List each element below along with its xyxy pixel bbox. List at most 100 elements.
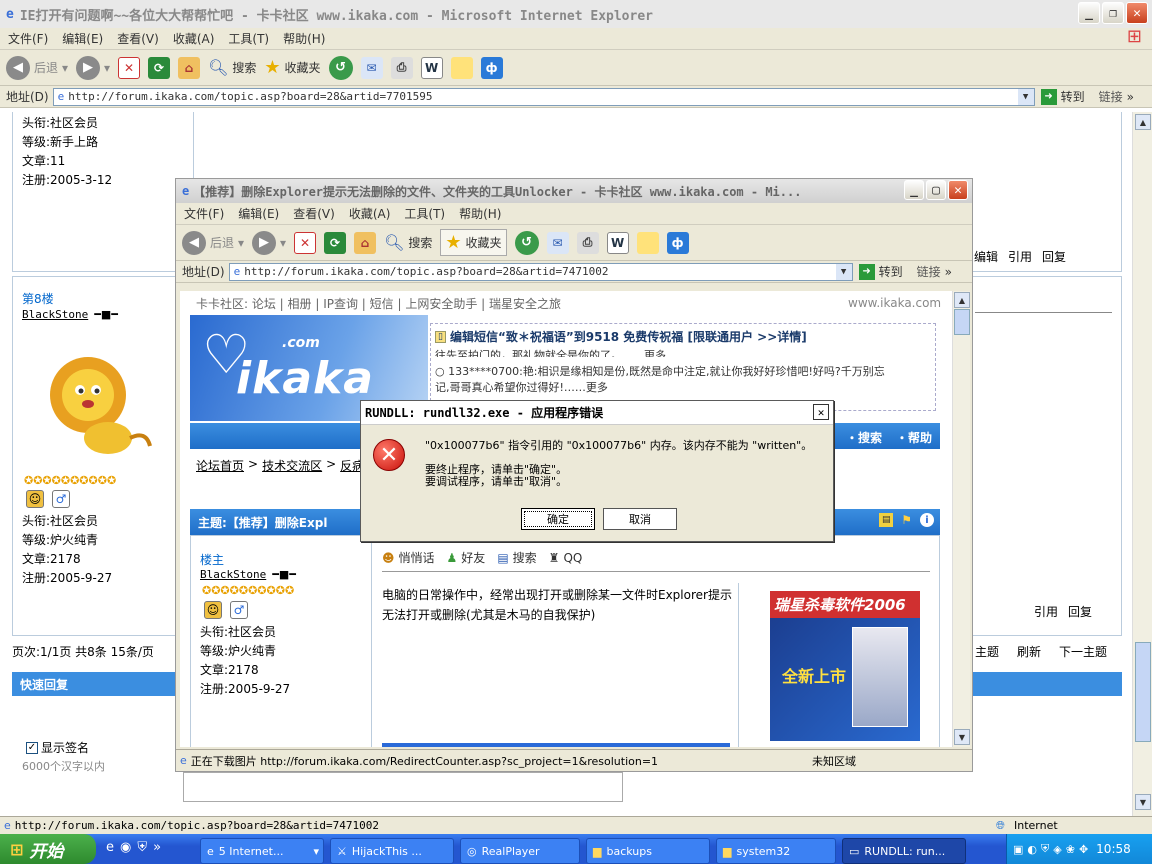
back-button[interactable]: ◀ 后退 ▾ xyxy=(6,55,68,80)
fg-menu-favorites[interactable]: 收藏(A) xyxy=(349,205,391,222)
page-tool-icon[interactable]: ▤ xyxy=(879,513,894,527)
favorites-button[interactable]: ★ 收藏夹 xyxy=(264,57,320,78)
topic-link[interactable]: 主题 xyxy=(975,643,999,660)
home-icon[interactable]: ⌂ xyxy=(178,56,201,79)
fg-menu-file[interactable]: 文件(F) xyxy=(184,205,224,222)
task-hijackthis[interactable]: ⚔ HijackThis ... xyxy=(330,838,454,864)
rising-ad[interactable]: 瑞星杀毒软件2006 全新上市 xyxy=(770,591,920,741)
word-icon[interactable]: W xyxy=(420,56,443,79)
fg-search-button[interactable]: 🔍︎ 搜索 xyxy=(384,233,432,252)
bar-help-link[interactable]: ・帮助 xyxy=(896,429,932,446)
refresh-icon[interactable]: ⟳ xyxy=(148,56,171,79)
minimize-icon[interactable]: _ xyxy=(1078,2,1100,24)
fg-close-icon[interactable]: ✕ xyxy=(948,180,968,200)
chevron-icon[interactable]: » xyxy=(1127,90,1134,104)
go-button[interactable]: ➜ 转到 xyxy=(1040,88,1085,105)
flag-icon[interactable]: ⚑ xyxy=(901,513,912,527)
maximize-icon[interactable]: ❐ xyxy=(1102,2,1124,24)
fg-menu-view[interactable]: 查看(V) xyxy=(293,205,335,222)
fg-refresh-icon[interactable]: ⟳ xyxy=(324,231,347,254)
dialog-title-bar[interactable]: RUNDLL: rundll32.exe - 应用程序错误 ✕ xyxy=(361,401,833,425)
expand-quicklaunch-icon[interactable]: » xyxy=(153,840,161,855)
fg-print-icon[interactable]: ⎙ xyxy=(576,231,599,254)
search-button[interactable]: 🔍︎ 搜索 xyxy=(208,58,256,77)
fg-favorites-button[interactable]: ★ 收藏夹 xyxy=(440,229,507,256)
promo-line[interactable]: ▯ 编辑短信“致＊祝福语”到9518 免费传祝福 [限联通用户 >>详情] xyxy=(435,328,931,345)
chevron-icon[interactable]: » xyxy=(945,265,952,279)
edit-link[interactable]: 编辑 xyxy=(974,248,998,265)
post-author[interactable]: BlackStone ━■━ xyxy=(200,568,296,581)
reply-link[interactable]: 回复 xyxy=(1042,248,1066,265)
fg-go-button[interactable]: ➜ 转到 xyxy=(858,263,903,280)
shield-quicklaunch-icon[interactable]: ⛨ xyxy=(137,840,147,855)
task-backups[interactable]: ▆ backups xyxy=(586,838,710,864)
fg-menu-help[interactable]: 帮助(H) xyxy=(459,205,501,222)
fg-title-bar[interactable]: e 【推荐】删除Explorer提示无法删除的文件、文件夹的工具Unlocker… xyxy=(176,179,972,203)
mail-icon[interactable]: ✉ xyxy=(360,56,383,79)
fg-scroll-thumb[interactable] xyxy=(954,309,970,335)
show-signature[interactable]: ✓ 显示签名 xyxy=(26,739,89,756)
qq-button[interactable]: ♜ QQ xyxy=(549,551,583,565)
print-icon[interactable]: ⎙ xyxy=(390,56,413,79)
fg-menu-edit[interactable]: 编辑(E) xyxy=(238,205,279,222)
fg-scrollbar[interactable]: ▲ ▼ xyxy=(952,291,970,747)
refresh-link[interactable]: 刷新 xyxy=(1017,643,1041,660)
tray-icon-2[interactable]: ◐ xyxy=(1027,843,1037,856)
address-input[interactable]: e http://forum.ikaka.com/topic.asp?board… xyxy=(52,87,1035,106)
fg-messenger-icon[interactable]: ф xyxy=(666,231,689,254)
task-system32[interactable]: ▆ system32 xyxy=(716,838,836,864)
tray-icon-3[interactable]: ⛨ xyxy=(1041,842,1049,856)
info-icon[interactable]: i xyxy=(920,513,934,527)
note-icon[interactable] xyxy=(450,56,473,79)
fg-history-icon[interactable]: ↺ xyxy=(514,230,539,255)
fg-scroll-down-icon[interactable]: ▼ xyxy=(954,729,970,745)
ie-quicklaunch-icon[interactable]: e xyxy=(106,840,114,855)
ok-button[interactable]: 确定 xyxy=(521,508,595,530)
reply-textarea[interactable] xyxy=(183,772,623,802)
bg-scrollbar[interactable]: ▲ ▼ xyxy=(1132,112,1152,818)
site-topnav[interactable]: 卡卡社区: 论坛 | 相册 | IP查询 | 短信 | 上网安全助手 | 瑞星安… xyxy=(196,295,561,312)
fg-mail-icon[interactable]: ✉ xyxy=(546,231,569,254)
history-icon[interactable]: ↺ xyxy=(328,55,353,80)
fg-maximize-icon[interactable]: ▢ xyxy=(926,180,946,200)
task-realplayer[interactable]: ◎ RealPlayer xyxy=(460,838,580,864)
fg-back-button[interactable]: ◀ 后退 ▾ xyxy=(182,230,244,255)
quote-link-2[interactable]: 引用 xyxy=(1034,603,1058,620)
fg-menu-tools[interactable]: 工具(T) xyxy=(404,205,445,222)
network-tray-icon[interactable]: ▣ xyxy=(1013,843,1023,856)
tray-icon-5[interactable]: ❀ xyxy=(1066,843,1075,856)
user2-name[interactable]: BlackStone ━■━ xyxy=(22,308,118,321)
menu-tools[interactable]: 工具(T) xyxy=(228,30,269,47)
scroll-up-icon[interactable]: ▲ xyxy=(1135,114,1151,130)
dropdown-icon[interactable]: ▼ xyxy=(1017,88,1034,105)
menu-favorites[interactable]: 收藏(A) xyxy=(173,30,215,47)
tray-icon-4[interactable]: ◈ xyxy=(1053,843,1061,856)
fg-stop-icon[interactable]: ✕ xyxy=(294,231,317,254)
fg-minimize-icon[interactable]: _ xyxy=(904,180,924,200)
fg-links-label[interactable]: 链接 xyxy=(917,263,941,280)
bg-title-bar[interactable]: e IE打开有问题啊~~各位大大帮帮忙吧 - 卡卡社区 www.ikaka.co… xyxy=(0,0,1152,28)
bar-search-link[interactable]: ・搜索 xyxy=(846,429,882,446)
fg-word-icon[interactable]: W xyxy=(606,231,629,254)
menu-file[interactable]: 文件(F) xyxy=(8,30,48,47)
scroll-thumb[interactable] xyxy=(1135,642,1151,742)
messenger-icon[interactable]: ф xyxy=(480,56,503,79)
crumb-home[interactable]: 论坛首页 xyxy=(196,457,244,474)
cancel-button[interactable]: 取消 xyxy=(603,508,677,530)
whisper-button[interactable]: ☻ 悄悄话 xyxy=(382,549,435,566)
checkbox-icon[interactable]: ✓ xyxy=(26,741,38,754)
next-topic-link[interactable]: 下一主题 xyxy=(1059,643,1107,660)
forward-button[interactable]: ▶ ▾ xyxy=(76,55,110,80)
quote-link[interactable]: 引用 xyxy=(1008,248,1032,265)
reply-link-2[interactable]: 回复 xyxy=(1068,603,1092,620)
menu-view[interactable]: 查看(V) xyxy=(117,30,159,47)
close-icon[interactable]: ✕ xyxy=(1126,2,1148,24)
dropdown-icon[interactable]: ▼ xyxy=(835,263,852,280)
task-rundll[interactable]: ▭ RUNDLL: run... xyxy=(842,838,966,864)
media-quicklaunch-icon[interactable]: ◉ xyxy=(120,840,131,855)
tray-icon-6[interactable]: ✥ xyxy=(1079,843,1088,856)
crumb-tech[interactable]: 技术交流区 xyxy=(262,457,322,474)
links-label[interactable]: 链接 xyxy=(1099,88,1123,105)
fg-home-icon[interactable]: ⌂ xyxy=(354,231,377,254)
fg-address-input[interactable]: e http://forum.ikaka.com/topic.asp?board… xyxy=(228,262,853,281)
